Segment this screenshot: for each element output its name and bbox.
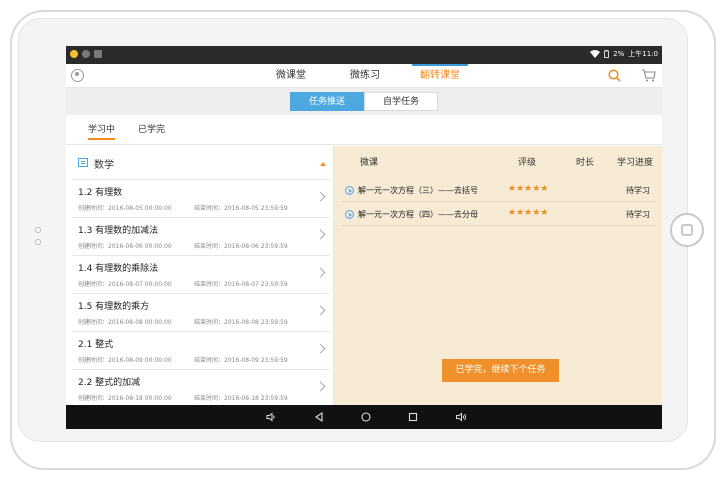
top-nav: 微课堂 微练习 翻转课堂 (66, 64, 662, 88)
volume-down-icon[interactable] (265, 411, 277, 423)
screenshot-icon (94, 50, 102, 58)
recent-apps-icon[interactable] (407, 411, 419, 423)
rating-stars: ★★★★★ (508, 208, 549, 218)
tab-finished[interactable]: 已学完 (138, 122, 165, 140)
segment-task-push[interactable]: 任务推送 (290, 92, 364, 111)
chevron-right-icon (315, 229, 326, 240)
list-item[interactable]: 1.2 有理数 创建时间：2016-08-05 00:00:00 结束时间：20… (72, 180, 330, 218)
app-notification-icon (70, 50, 78, 58)
column-header-duration: 时长 (576, 158, 595, 168)
lesson-title: 1.5 有理数的乘方 (78, 302, 150, 312)
lesson-title: 1.3 有理数的加减法 (78, 226, 159, 236)
column-header-rating: 评级 (518, 158, 537, 168)
list-item[interactable]: 2.1 整式 创建时间：2016-08-09 00:00:00 结束时间：201… (72, 332, 330, 370)
chevron-right-icon (315, 343, 326, 354)
tab-flipped-class[interactable]: 翻转课堂 (412, 64, 468, 88)
status-system-icons: 2% 上午11:0 (590, 49, 658, 59)
column-header-progress: 学习进度 (617, 158, 654, 168)
course-progress-status: 待学习 (626, 186, 650, 195)
list-item[interactable]: 2.2 整式的加减 创建时间：2016-08-18 00:00:00 结束时间：… (72, 370, 330, 405)
lesson-end-time: 结束时间：2016-08-18 23:59:59 (194, 395, 288, 402)
battery-icon (604, 50, 610, 58)
course-panel: 微课 评级 时长 学习进度 解一元一次方程（三）——去括号 ★★★★★ 待学习 … (334, 146, 662, 405)
subject-header[interactable]: 数学 (72, 146, 330, 180)
lesson-end-time: 结束时间：2016-08-07 23:59:59 (194, 281, 288, 288)
lesson-end-time: 结束时间：2016-08-05 23:59:59 (194, 205, 288, 212)
chevron-right-icon (315, 381, 326, 392)
play-video-icon (345, 210, 354, 219)
table-row[interactable]: 解一元一次方程（三）——去括号 ★★★★★ 待学习 (342, 180, 656, 202)
cart-icon[interactable] (641, 69, 656, 82)
lesson-end-time: 结束时间：2016-08-06 23:59:59 (194, 243, 288, 250)
device-screen: 2% 上午11:0 微课堂 微练习 翻转课堂 任务推送 自学任务 学习中 已学完… (66, 46, 662, 429)
chevron-right-icon (315, 305, 326, 316)
lesson-created-time: 创建时间：2016-08-05 00:00:00 (78, 205, 172, 212)
column-header-course: 微课 (360, 158, 379, 168)
status-bar: 2% 上午11:0 (66, 46, 662, 64)
list-item[interactable]: 1.5 有理数的乘方 创建时间：2016-08-08 00:00:00 结束时间… (72, 294, 330, 332)
table-row[interactable]: 解一元一次方程（四）——去分母 ★★★★★ 待学习 (342, 204, 656, 226)
lesson-created-time: 创建时间：2016-08-18 00:00:00 (78, 395, 172, 402)
wifi-icon (590, 50, 601, 58)
lesson-title: 2.1 整式 (78, 340, 114, 350)
tablet-sensor-dots (33, 223, 43, 253)
back-icon[interactable] (313, 411, 325, 423)
lesson-end-time: 结束时间：2016-08-08 23:59:59 (194, 319, 288, 326)
learning-status-tabs: 学习中 已学完 (66, 115, 662, 145)
home-button-square-icon (681, 224, 693, 236)
sensor-dot (35, 227, 41, 233)
lesson-title: 2.2 整式的加减 (78, 378, 141, 388)
chevron-right-icon (315, 267, 326, 278)
search-icon[interactable] (608, 69, 621, 82)
task-segmented-control: 任务推送 自学任务 (66, 88, 662, 115)
continue-next-task-button[interactable]: 已学完，继续下个任务 (442, 359, 559, 382)
status-notification-icons (70, 50, 102, 58)
tab-micro-class[interactable]: 微课堂 (274, 64, 308, 88)
hardware-home-button[interactable] (670, 213, 704, 247)
lesson-created-time: 创建时间：2016-08-06 00:00:00 (78, 243, 172, 250)
tab-micro-practice[interactable]: 微练习 (348, 64, 382, 88)
lesson-panel: 数学 1.2 有理数 创建时间：2016-08-05 00:00:00 结束时间… (66, 146, 334, 405)
sensor-dot (35, 239, 41, 245)
lesson-list: 1.2 有理数 创建时间：2016-08-05 00:00:00 结束时间：20… (72, 180, 330, 405)
list-item[interactable]: 1.3 有理数的加减法 创建时间：2016-08-06 00:00:00 结束时… (72, 218, 330, 256)
lesson-title: 1.2 有理数 (78, 188, 123, 198)
system-navigation-bar (66, 405, 662, 429)
course-progress-status: 待学习 (626, 210, 650, 219)
course-title: 解一元一次方程（四）——去分母 (358, 210, 478, 219)
book-icon (78, 158, 88, 167)
lesson-created-time: 创建时间：2016-08-08 00:00:00 (78, 319, 172, 326)
volume-up-icon[interactable] (455, 411, 467, 423)
user-avatar-icon[interactable] (71, 69, 84, 82)
collapse-caret-icon[interactable] (320, 162, 326, 166)
tab-learning[interactable]: 学习中 (88, 122, 116, 140)
home-icon[interactable] (360, 411, 372, 423)
lesson-title: 1.4 有理数的乘除法 (78, 264, 159, 274)
chevron-right-icon (315, 191, 326, 202)
lesson-end-time: 结束时间：2016-08-09 23:59:59 (194, 357, 288, 364)
play-video-icon (345, 186, 354, 195)
battery-percent: 2% (613, 50, 625, 58)
clock: 上午11:0 (628, 50, 658, 58)
lesson-created-time: 创建时间：2016-08-09 00:00:00 (78, 357, 172, 364)
rating-stars: ★★★★★ (508, 184, 549, 194)
course-title: 解一元一次方程（三）——去括号 (358, 186, 478, 195)
segment-self-study[interactable]: 自学任务 (364, 92, 438, 111)
subject-title: 数学 (94, 160, 114, 171)
lesson-created-time: 创建时间：2016-08-07 00:00:00 (78, 281, 172, 288)
sync-icon (82, 50, 90, 58)
list-item[interactable]: 1.4 有理数的乘除法 创建时间：2016-08-07 00:00:00 结束时… (72, 256, 330, 294)
